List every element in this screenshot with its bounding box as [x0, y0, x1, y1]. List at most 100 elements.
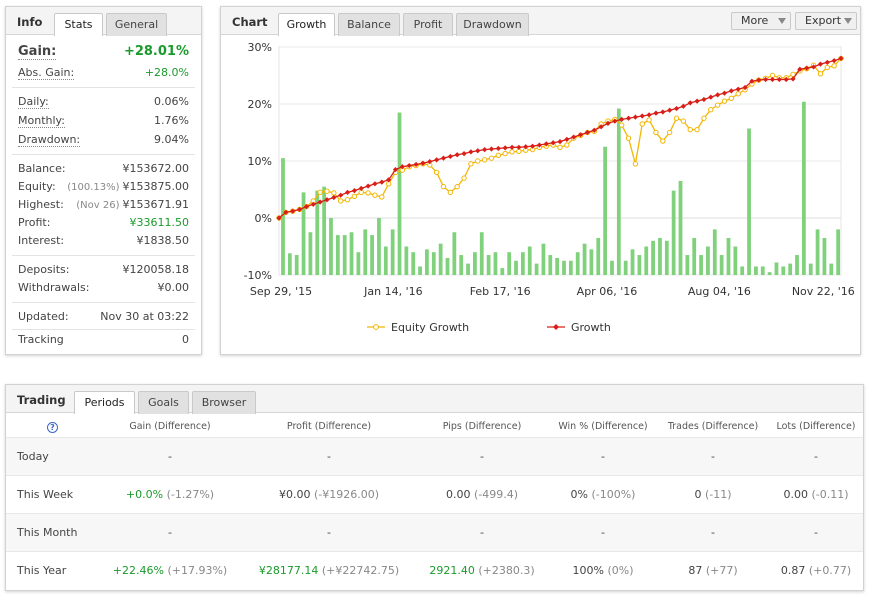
- period-label: This Week: [17, 488, 74, 501]
- lots-value: -: [814, 450, 818, 463]
- daily-bar: [294, 255, 299, 275]
- daily-bar: [329, 218, 333, 275]
- daily-bar: [287, 253, 292, 275]
- daily-bar: [486, 255, 491, 275]
- x-tick-label: Aug 04, '16: [688, 285, 751, 298]
- withdrawals-value: ¥0.00: [157, 281, 190, 294]
- help-icon[interactable]: ?: [47, 422, 58, 433]
- divider: [12, 329, 195, 330]
- tab-browser[interactable]: Browser: [192, 391, 256, 414]
- equity-row: Equity: (100.13%) ¥153875.00: [18, 180, 189, 196]
- equity-growth-point: [379, 194, 385, 200]
- tab-balance[interactable]: Balance: [338, 13, 400, 36]
- trading-title: Trading: [17, 393, 66, 407]
- tab-goals[interactable]: Goals: [138, 391, 189, 414]
- tab-stats[interactable]: Stats: [54, 13, 103, 36]
- daily-bar: [383, 246, 388, 275]
- profit-cell: ¥28177.14 (+¥22742.75): [259, 564, 399, 577]
- daily-bar: [342, 235, 347, 275]
- pips-value: -: [480, 526, 484, 539]
- period-label: This Month: [17, 526, 78, 539]
- balance-label: Balance:: [18, 162, 66, 175]
- daily-bar: [356, 252, 361, 275]
- daily-bar: [651, 240, 655, 275]
- more-button[interactable]: More: [731, 12, 791, 30]
- trades-cell: 0 (-11): [694, 488, 731, 501]
- x-tick-label: Feb 17, '16: [470, 285, 531, 298]
- gain-diff: (+17.93%): [167, 564, 228, 577]
- lots-diff: (+0.77): [808, 564, 852, 577]
- daily-bar: [349, 232, 354, 275]
- daily-bar: [527, 246, 532, 275]
- equity-growth-point: [481, 157, 488, 163]
- daily-bar: [726, 237, 731, 275]
- gain-value: +28.01%: [123, 44, 189, 59]
- tab-drawdown[interactable]: Drawdown: [456, 13, 529, 36]
- pips-value: -: [480, 450, 484, 463]
- gain-diff: (-1.27%): [166, 488, 215, 501]
- daily-bar: [781, 266, 786, 275]
- daily-bar: [829, 263, 834, 275]
- lots-value: 0.87: [780, 564, 806, 577]
- interest-label: Interest:: [18, 234, 65, 247]
- monthly-value: 1.76%: [154, 114, 189, 127]
- gain-cell: -: [168, 450, 172, 463]
- equity-growth-point: [557, 144, 563, 151]
- daily-bar: [459, 255, 464, 275]
- gain-value: -: [168, 526, 172, 539]
- table-row: Today - - - - - -: [6, 437, 863, 475]
- equity-growth-point: [625, 135, 632, 141]
- daily-bar: [445, 257, 450, 275]
- daily-bar: [452, 232, 457, 275]
- tab-periods[interactable]: Periods: [74, 391, 135, 414]
- legend-equity-marker: [373, 324, 379, 330]
- trades-cell: -: [711, 450, 715, 463]
- info-panel: Info Stats General Gain: +28.01% Abs. Ga…: [5, 6, 202, 355]
- equity-growth-point: [488, 155, 495, 161]
- legend-growth-label[interactable]: Growth: [571, 321, 611, 334]
- daily-bar: [335, 235, 340, 275]
- equity-percent: (100.13%): [67, 182, 120, 193]
- chevron-down-icon: [844, 18, 852, 24]
- daily-bar: [637, 255, 642, 275]
- tab-general[interactable]: General: [106, 13, 167, 36]
- pips-cell: 2921.40 (+2380.3): [429, 564, 534, 577]
- tab-profit[interactable]: Profit: [403, 13, 453, 36]
- lots-cell: 0.87 (+0.77): [781, 564, 851, 577]
- updated-label: Updated:: [18, 310, 69, 323]
- gain-cell: +22.46% (+17.93%): [113, 564, 227, 577]
- header-trades-label: Trades (Difference): [667, 421, 759, 432]
- trades-value: 87: [688, 564, 703, 577]
- daily-bar: [438, 243, 443, 275]
- profit-diff: (+¥22742.75): [321, 564, 400, 577]
- equity-growth-point: [372, 192, 378, 198]
- legend-equity-label[interactable]: Equity Growth: [391, 321, 469, 334]
- win-cell: -: [601, 526, 605, 539]
- daily-bar: [473, 252, 477, 275]
- highest-date: (Nov 26): [76, 200, 120, 211]
- daily-bar: [507, 252, 512, 275]
- daily-bar: [575, 252, 580, 275]
- growth-chart[interactable]: 30% 20% 10% 0% -10% Sep 29, '15 Jan 14, '16 Feb…: [221, 36, 860, 354]
- daily-bar: [733, 246, 738, 275]
- profit-cell: -: [327, 526, 331, 539]
- interest-row: Interest: ¥1838.50: [18, 234, 189, 250]
- daily-row: Daily: 0.06%: [18, 95, 189, 111]
- lots-cell: -: [814, 450, 818, 463]
- table-row: This Year +22.46% (+17.93%) ¥28177.14 (+¥2…: [6, 551, 863, 589]
- tab-growth[interactable]: Growth: [278, 13, 335, 36]
- export-button[interactable]: Export: [795, 12, 857, 30]
- lots-cell: 0.00 (-0.11): [783, 488, 848, 501]
- lots-value: 0.00: [783, 488, 808, 501]
- header-profit-label: Profit (Difference): [286, 421, 372, 432]
- lots-value: -: [814, 526, 818, 539]
- trades-diff: (-11): [704, 488, 732, 501]
- daily-value: 0.06%: [154, 95, 189, 108]
- daily-bar: [466, 263, 470, 275]
- daily-bar: [788, 263, 793, 275]
- profit-diff: (-¥1926.00): [313, 488, 380, 501]
- equity-growth-point: [660, 138, 666, 144]
- daily-bar: [370, 235, 374, 275]
- daily-bar: [671, 190, 676, 275]
- win-value: -: [601, 450, 605, 463]
